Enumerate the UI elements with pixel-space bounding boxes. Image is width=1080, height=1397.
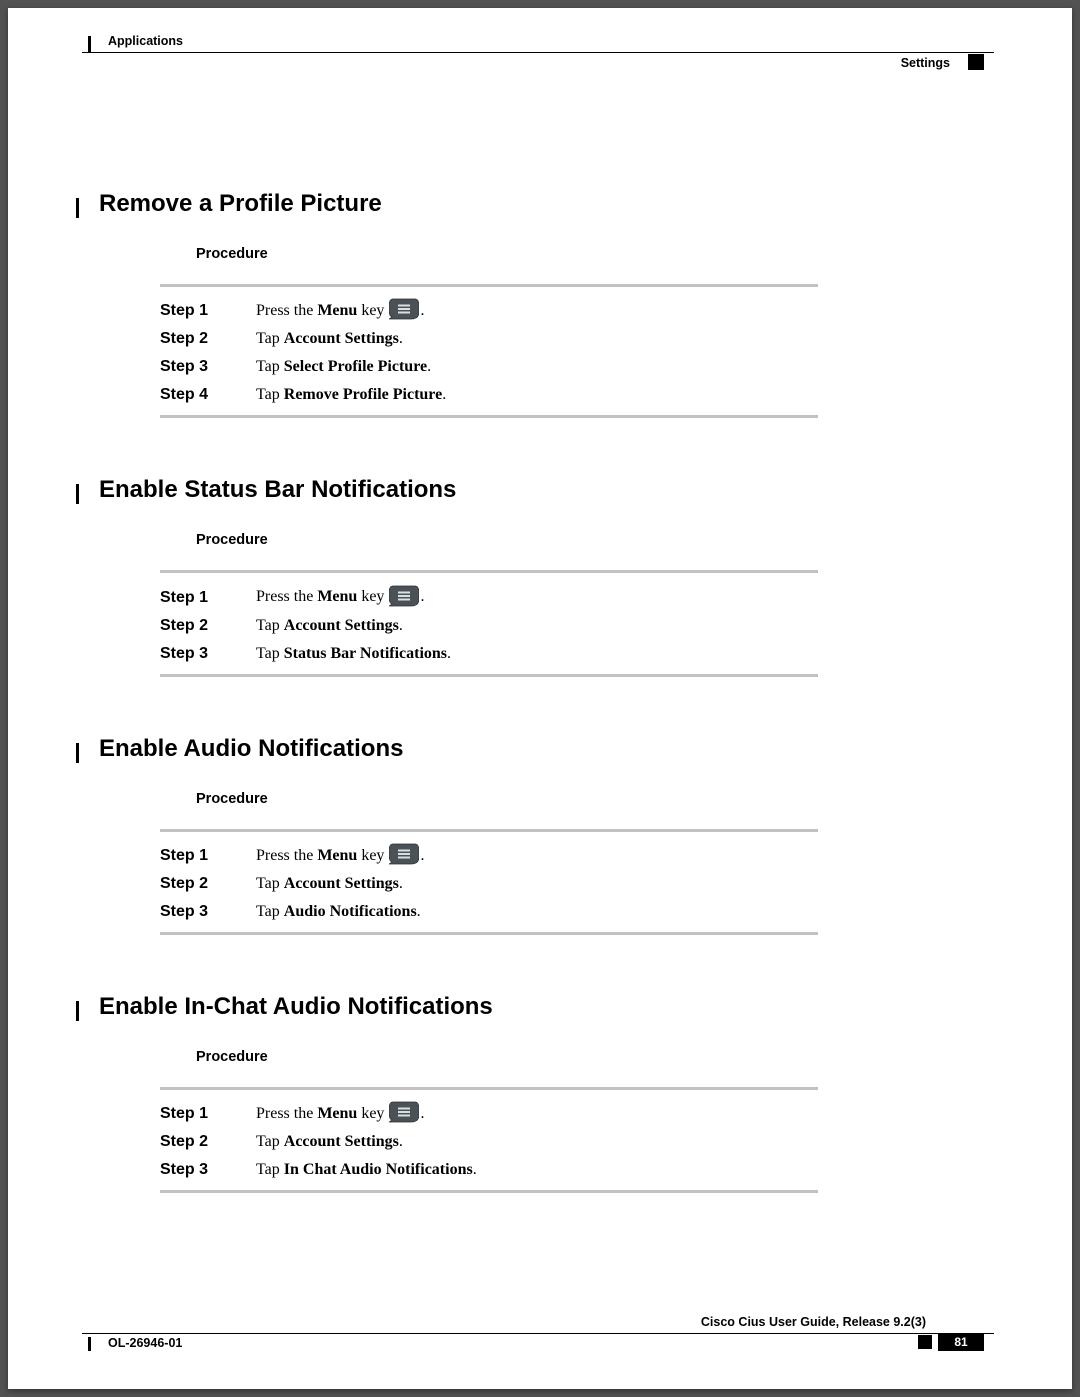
steps-table: Step 1Press the Menu key .Step 2Tap Acco… (160, 842, 820, 926)
change-bar (76, 198, 79, 218)
menu-key-icon (389, 298, 419, 320)
step-text: Tap Account Settings. (256, 612, 820, 640)
header-section-name: Applications (108, 34, 183, 48)
step-row: Step 1Press the Menu key . (160, 842, 820, 870)
steps-table: Step 1Press the Menu key .Step 2Tap Acco… (160, 1100, 820, 1184)
menu-key-icon (389, 585, 419, 607)
step-row: Step 4Tap Remove Profile Picture. (160, 381, 820, 409)
steps-table: Step 1Press the Menu key .Step 2Tap Acco… (160, 583, 820, 667)
step-text: Tap Remove Profile Picture. (256, 381, 820, 409)
step-row: Step 3Tap Select Profile Picture. (160, 353, 820, 381)
footer-block-icon (918, 1335, 932, 1349)
footer-rule (82, 1333, 994, 1334)
change-bar (76, 743, 79, 763)
rule-bottom (160, 932, 818, 935)
page-footer: Cisco Cius User Guide, Release 9.2(3) OL… (100, 1319, 976, 1359)
step-text: Press the Menu key . (256, 297, 820, 325)
change-bar (76, 484, 79, 504)
step-number: Step 1 (160, 583, 256, 611)
step-number: Step 1 (160, 1100, 256, 1128)
page-content: Remove a Profile PictureProcedureStep 1P… (100, 190, 976, 1193)
procedure-label: Procedure (196, 246, 876, 262)
rule-bottom (160, 674, 818, 677)
steps-table: Step 1Press the Menu key .Step 2Tap Acco… (160, 297, 820, 409)
step-number: Step 2 (160, 612, 256, 640)
step-row: Step 2Tap Account Settings. (160, 612, 820, 640)
step-text: Tap Account Settings. (256, 325, 820, 353)
document-page: Applications Settings Remove a Profile P… (8, 8, 1072, 1389)
page-header: Applications Settings (100, 38, 976, 80)
procedure-label: Procedure (196, 532, 876, 548)
step-number: Step 3 (160, 353, 256, 381)
step-number: Step 2 (160, 325, 256, 353)
change-bar (76, 1001, 79, 1021)
rule-top (160, 284, 818, 287)
section-title: Enable Status Bar Notifications (88, 476, 976, 504)
step-text: Tap Account Settings. (256, 870, 820, 898)
footer-page-number: 81 (938, 1333, 984, 1351)
section-title: Enable Audio Notifications (88, 735, 976, 763)
footer-guide-title: Cisco Cius User Guide, Release 9.2(3) (701, 1315, 926, 1329)
step-number: Step 3 (160, 640, 256, 668)
rule-bottom (160, 415, 818, 418)
step-row: Step 2Tap Account Settings. (160, 1128, 820, 1156)
change-bar (88, 36, 91, 52)
step-text: Tap Status Bar Notifications. (256, 640, 820, 668)
menu-key-icon (389, 843, 419, 865)
procedure-label: Procedure (196, 791, 876, 807)
section: Enable Status Bar NotificationsProcedure… (100, 476, 976, 676)
rule-bottom (160, 1190, 818, 1193)
section: Enable Audio NotificationsProcedureStep … (100, 735, 976, 935)
step-row: Step 2Tap Account Settings. (160, 325, 820, 353)
header-block-icon (968, 54, 984, 70)
procedure: ProcedureStep 1Press the Menu key .Step … (196, 791, 876, 935)
step-number: Step 4 (160, 381, 256, 409)
step-row: Step 3Tap Audio Notifications. (160, 898, 820, 926)
step-row: Step 2Tap Account Settings. (160, 870, 820, 898)
rule-top (160, 1087, 818, 1090)
section: Remove a Profile PictureProcedureStep 1P… (100, 190, 976, 418)
change-bar (88, 1337, 91, 1351)
rule-top (160, 829, 818, 832)
header-subsection-name: Settings (901, 56, 950, 70)
step-text: Tap Audio Notifications. (256, 898, 820, 926)
step-row: Step 3Tap Status Bar Notifications. (160, 640, 820, 668)
procedure: ProcedureStep 1Press the Menu key .Step … (196, 246, 876, 418)
step-number: Step 2 (160, 1128, 256, 1156)
step-text: Press the Menu key . (256, 842, 820, 870)
step-text: Tap Account Settings. (256, 1128, 820, 1156)
step-text: Tap In Chat Audio Notifications. (256, 1156, 820, 1184)
header-rule (82, 52, 994, 53)
section-title: Remove a Profile Picture (88, 190, 976, 218)
step-text: Tap Select Profile Picture. (256, 353, 820, 381)
step-number: Step 2 (160, 870, 256, 898)
step-number: Step 1 (160, 842, 256, 870)
menu-key-icon (389, 1101, 419, 1123)
procedure: ProcedureStep 1Press the Menu key .Step … (196, 1049, 876, 1193)
rule-top (160, 570, 818, 573)
section: Enable In-Chat Audio NotificationsProced… (100, 993, 976, 1193)
step-number: Step 1 (160, 297, 256, 325)
step-number: Step 3 (160, 898, 256, 926)
step-text: Press the Menu key . (256, 583, 820, 611)
step-row: Step 1Press the Menu key . (160, 583, 820, 611)
step-row: Step 1Press the Menu key . (160, 1100, 820, 1128)
procedure-label: Procedure (196, 1049, 876, 1065)
step-row: Step 3Tap In Chat Audio Notifications. (160, 1156, 820, 1184)
step-text: Press the Menu key . (256, 1100, 820, 1128)
procedure: ProcedureStep 1Press the Menu key .Step … (196, 532, 876, 676)
section-title: Enable In-Chat Audio Notifications (88, 993, 976, 1021)
footer-doc-number: OL-26946-01 (108, 1336, 182, 1350)
step-row: Step 1Press the Menu key . (160, 297, 820, 325)
step-number: Step 3 (160, 1156, 256, 1184)
